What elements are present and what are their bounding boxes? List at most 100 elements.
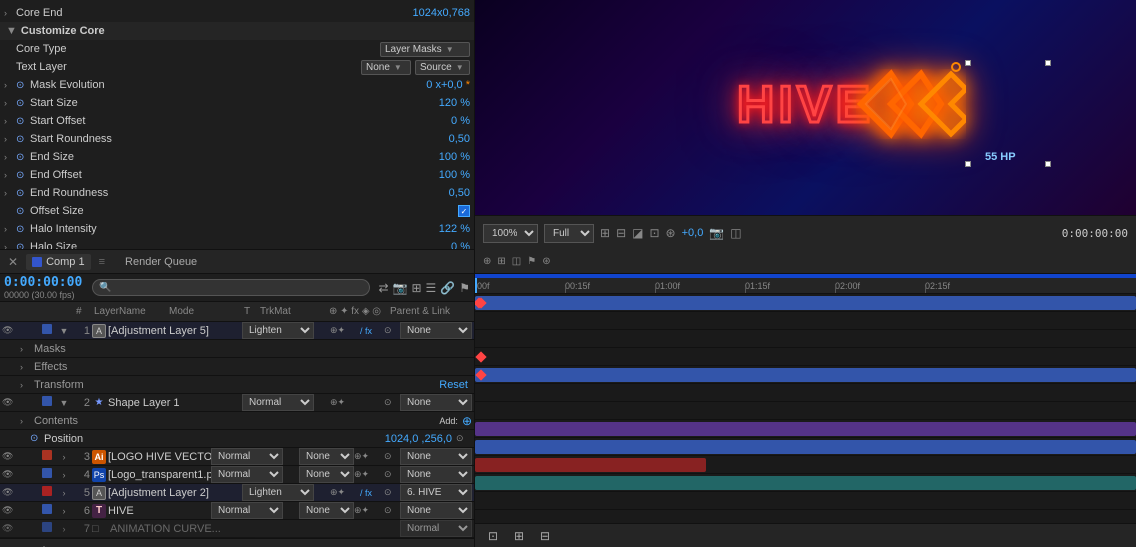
- transform-sub-row[interactable]: › Transform Reset: [0, 376, 474, 394]
- eye-vis-icon-7[interactable]: 👁: [2, 523, 10, 534]
- position-property-row[interactable]: ⊙ Position 1024,0 ,256,0 ⊙: [0, 430, 474, 448]
- keyframe-transform[interactable]: [475, 351, 486, 362]
- safe-areas-icon[interactable]: ⊡: [649, 226, 659, 240]
- end-offset-row[interactable]: › ⊙ End Offset 100 %: [0, 166, 474, 184]
- text-layer-dropdown1[interactable]: None: [361, 60, 411, 75]
- layer-mode-select-1[interactable]: Lighten: [242, 322, 314, 339]
- layer-mode-select-6[interactable]: Normal: [211, 502, 283, 519]
- layer-expand-5[interactable]: ›: [58, 488, 70, 498]
- eye-vis-icon-2[interactable]: 👁: [2, 397, 10, 408]
- tl-control-5[interactable]: ⊛: [542, 256, 550, 267]
- layer-mode-select-3[interactable]: Normal: [211, 448, 283, 465]
- show-snapshot-icon[interactable]: ◫: [730, 226, 741, 240]
- layer-parent-select-6[interactable]: None: [400, 502, 472, 519]
- tl-control-4[interactable]: ⚑: [527, 256, 536, 267]
- layer-parent-select-5[interactable]: 6. HIVE: [400, 484, 472, 501]
- settings-icon[interactable]: ⚙: [34, 542, 54, 547]
- render-queue-tab[interactable]: Render Queue: [125, 256, 197, 268]
- add-layer-icon[interactable]: +: [60, 542, 80, 547]
- ruler-tick-1: [565, 287, 566, 293]
- layer-parent-select-4[interactable]: None: [400, 466, 472, 483]
- layer-expand-7[interactable]: ›: [58, 524, 70, 534]
- end-size-row[interactable]: › ⊙ End Size 100 %: [0, 148, 474, 166]
- frame-icon[interactable]: ⊞: [600, 226, 610, 240]
- grid-icon[interactable]: ⊞: [411, 281, 421, 295]
- offset-size-checkbox[interactable]: ✓: [458, 205, 470, 217]
- handle-tr[interactable]: [1045, 60, 1051, 66]
- tl-control-3[interactable]: ◫: [512, 256, 521, 267]
- layer-row-4[interactable]: 👁 › 4 Ps [Logo_transparent1.png] Normal …: [0, 466, 474, 484]
- tl-control-2[interactable]: ⊞: [497, 256, 505, 267]
- tl-control-1[interactable]: ⊕: [483, 256, 491, 267]
- comp-tab-options-icon[interactable]: ≡: [99, 256, 105, 268]
- core-type-row[interactable]: Core Type Layer Masks: [0, 40, 474, 58]
- layer-row-7[interactable]: 👁 › 7 □ ANIMATION CURVE... Normal: [0, 520, 474, 538]
- eye-vis-icon-4[interactable]: 👁: [2, 469, 10, 480]
- tl-bottom-2[interactable]: ⊞: [509, 527, 529, 545]
- layer-expand-4[interactable]: ›: [58, 470, 70, 480]
- close-comp-icon[interactable]: ✕: [8, 255, 18, 269]
- layer-mode-select-7[interactable]: Normal: [400, 520, 472, 537]
- camera-icon[interactable]: 📷: [393, 281, 408, 295]
- snapshot-icon[interactable]: 📷: [709, 226, 724, 240]
- end-roundness-row[interactable]: › ⊙ End Roundness 0,50: [0, 184, 474, 202]
- layer-expand-1[interactable]: ▼: [58, 326, 70, 336]
- hive-logo-svg: [856, 69, 966, 139]
- new-comp-icon[interactable]: □: [8, 542, 28, 547]
- preview-quality-select[interactable]: Full: [544, 224, 594, 243]
- layers-icon[interactable]: ☰: [426, 281, 437, 295]
- start-roundness-row[interactable]: › ⊙ Start Roundness 0,50: [0, 130, 474, 148]
- eye-vis-icon-1[interactable]: 👁: [2, 325, 10, 336]
- layer-row-2[interactable]: 👁 ▼ 2 ★ Shape Layer 1 Normal ⊕✦ ⊙ None: [0, 394, 474, 412]
- layer-parent-select-2[interactable]: None: [400, 394, 472, 411]
- overlay-icon[interactable]: ◪: [632, 226, 643, 240]
- flag-icon[interactable]: ⚑: [459, 281, 470, 295]
- eye-vis-icon-6[interactable]: 👁: [2, 505, 10, 516]
- layer-mode-select-4[interactable]: Normal: [211, 466, 283, 483]
- layer-mode-select-2[interactable]: Normal: [242, 394, 314, 411]
- start-size-row[interactable]: › ⊙ Start Size 120 %: [0, 94, 474, 112]
- text-layer-row[interactable]: Text Layer None Source: [0, 58, 474, 76]
- mask-evolution-row[interactable]: › ⊙ Mask Evolution 0 x+0,0 *: [0, 76, 474, 94]
- halo-size-row[interactable]: › ⊙ Halo Size 0 %: [0, 238, 474, 250]
- toggle-switches-icon[interactable]: ⇄: [378, 281, 388, 295]
- tl-bottom-3[interactable]: ⊟: [535, 527, 555, 545]
- mode-header: Mode: [169, 306, 244, 317]
- core-type-dropdown[interactable]: Layer Masks: [380, 42, 470, 57]
- halo-intensity-row[interactable]: › ⊙ Halo Intensity 122 %: [0, 220, 474, 238]
- stopwatch-icon-3: ⊙: [16, 116, 30, 127]
- contents-sub-row[interactable]: › Contents Add: ⊕: [0, 412, 474, 430]
- grid-preview-icon[interactable]: ⊟: [616, 226, 626, 240]
- layer-expand-2[interactable]: ▼: [58, 398, 70, 408]
- layer-row-3[interactable]: 👁 › 3 Ai [LOGO HIVE VECTOR.ai] Normal No…: [0, 448, 474, 466]
- layer-expand-6[interactable]: ›: [58, 506, 70, 516]
- link-icon[interactable]: 🔗: [440, 281, 455, 295]
- add-contents-btn[interactable]: ⊕: [462, 414, 472, 428]
- layer-expand-3[interactable]: ›: [58, 452, 70, 462]
- offset-size-row[interactable]: ⊙ Offset Size ✓: [0, 202, 474, 220]
- track-bar-4: [475, 440, 1136, 454]
- masks-sub-row[interactable]: › Masks: [0, 340, 474, 358]
- handle-br[interactable]: [1045, 161, 1051, 167]
- eye-vis-icon-5[interactable]: 👁: [2, 487, 10, 498]
- 3d-icon[interactable]: ⊛: [666, 226, 676, 240]
- effects-sub-row[interactable]: › Effects: [0, 358, 474, 376]
- eye-vis-icon-3[interactable]: 👁: [2, 451, 10, 462]
- layer-search-input[interactable]: [92, 279, 370, 296]
- comp-panel: ✕ Comp 1 ≡ Render Queue 0:00:00:00 00000…: [0, 250, 475, 547]
- layer-row-6[interactable]: 👁 › 6 T HIVE Normal None ⊕✦: [0, 502, 474, 520]
- trkmat-select-4[interactable]: None: [299, 466, 354, 483]
- preview-zoom-select[interactable]: 100%: [483, 224, 538, 243]
- layer-row-1[interactable]: 👁 ▼ 1 A [Adjustment Layer 5] Lighten ⊕✦ …: [0, 322, 474, 340]
- text-layer-dropdown2[interactable]: Source: [415, 60, 470, 75]
- handle-bl[interactable]: [965, 161, 971, 167]
- trkmat-select-6[interactable]: None: [299, 502, 354, 519]
- tl-bottom-1[interactable]: ⊡: [483, 527, 503, 545]
- layer-parent-select-1[interactable]: None: [400, 322, 472, 339]
- layer-parent-select-3[interactable]: None: [400, 448, 472, 465]
- trkmat-select-3[interactable]: None: [299, 448, 354, 465]
- layer-row-5[interactable]: 👁 › 5 A [Adjustment Layer 2] Lighten ⊕✦ …: [0, 484, 474, 502]
- layer-mode-select-5[interactable]: Lighten: [242, 484, 314, 501]
- comp-tab-comp1[interactable]: Comp 1: [26, 254, 91, 270]
- start-offset-row[interactable]: › ⊙ Start Offset 0 %: [0, 112, 474, 130]
